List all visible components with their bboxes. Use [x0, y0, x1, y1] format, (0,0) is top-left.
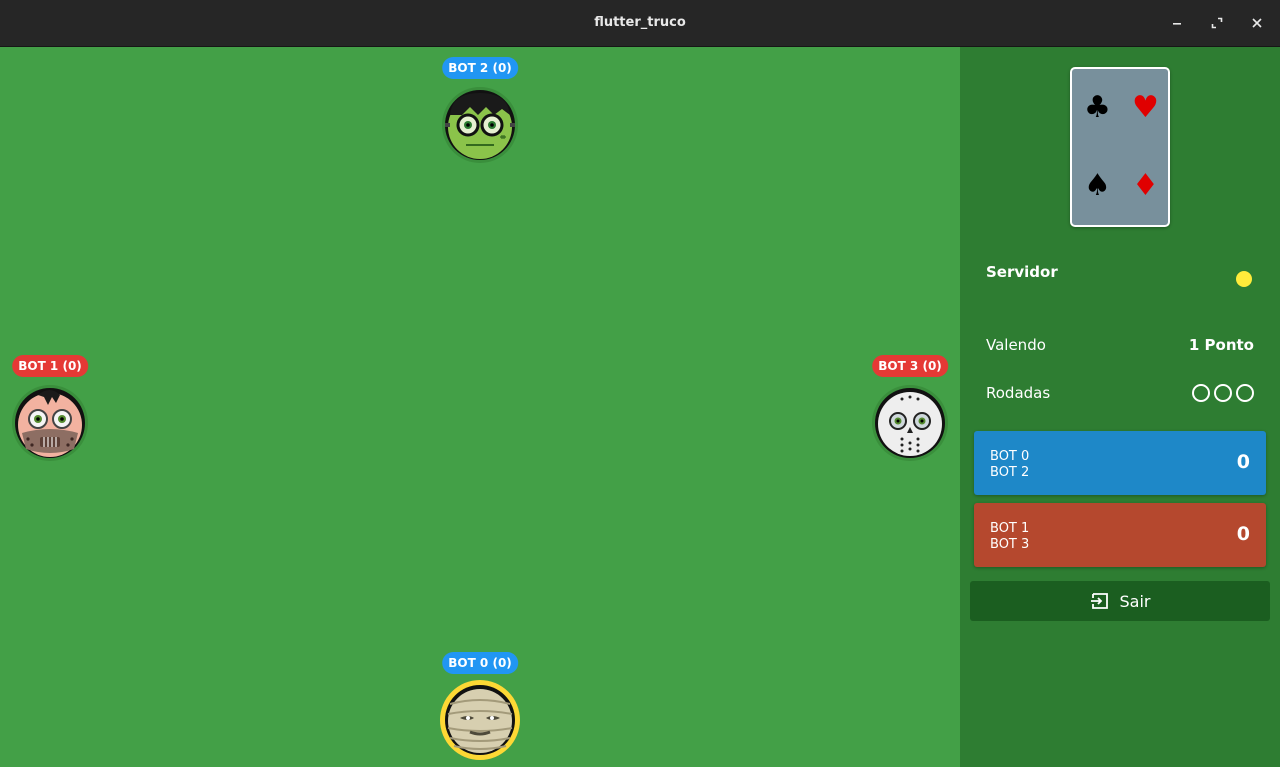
team-member: BOT 1 — [990, 521, 1030, 536]
player-bot-0: BOT 0 (0) — [425, 652, 535, 762]
team-member: BOT 2 — [990, 465, 1030, 480]
team-member: BOT 0 — [990, 449, 1030, 464]
rounds-indicators — [1192, 384, 1254, 402]
jason-avatar — [872, 385, 948, 461]
player-bot-3: BOT 3 (0) — [855, 355, 965, 465]
team-blue-card: BOT 0 BOT 2 0 — [974, 431, 1266, 495]
mummy-avatar — [440, 680, 520, 760]
team-score: 0 — [1236, 451, 1250, 473]
value-row: Valendo 1 Ponto — [986, 336, 1254, 360]
player-badge: BOT 0 (0) — [442, 652, 518, 674]
player-badge: BOT 3 (0) — [872, 355, 948, 377]
minimize-button[interactable] — [1165, 11, 1189, 35]
minimize-icon — [1173, 23, 1181, 25]
game-table: BOT 2 (0) BOT 1 (0) BOT 3 (0) BOT 0 (0) — [0, 47, 960, 767]
exit-button[interactable]: Sair — [970, 581, 1270, 621]
player-bot-2: BOT 2 (0) — [425, 57, 535, 167]
team-members: BOT 1 BOT 3 — [990, 521, 1029, 553]
maximize-icon — [1211, 17, 1223, 29]
rounds-label: Rodadas — [986, 384, 1051, 402]
diamond-icon: ♦ — [1132, 168, 1159, 203]
window-title: flutter_truco — [594, 15, 686, 30]
close-icon — [1252, 18, 1262, 28]
hannibal-avatar — [12, 385, 88, 461]
player-badge: BOT 2 (0) — [442, 57, 518, 79]
player-bot-1: BOT 1 (0) — [0, 355, 105, 465]
server-label: Servidor — [986, 263, 1058, 281]
club-icon: ♣ — [1084, 90, 1111, 125]
server-indicator-icon — [1236, 271, 1252, 287]
spade-icon: ♠ — [1084, 168, 1111, 203]
player-badge: BOT 1 (0) — [12, 355, 88, 377]
exit-label: Sair — [1119, 591, 1151, 611]
window-titlebar: flutter_truco — [0, 0, 1280, 47]
frankenstein-avatar — [442, 87, 518, 163]
round-indicator-icon — [1214, 384, 1232, 402]
deck-card: ♣ ♥ ♠ ♦ — [1070, 67, 1170, 227]
value-amount: 1 Ponto — [1188, 336, 1254, 354]
value-label: Valendo — [986, 336, 1046, 354]
team-member: BOT 3 — [990, 537, 1030, 552]
team-red-card: BOT 1 BOT 3 0 — [974, 503, 1266, 567]
round-indicator-icon — [1192, 384, 1210, 402]
team-members: BOT 0 BOT 2 — [990, 449, 1029, 481]
maximize-button[interactable] — [1205, 11, 1229, 35]
round-indicator-icon — [1236, 384, 1254, 402]
close-button[interactable] — [1245, 11, 1269, 35]
server-row: Servidor — [986, 263, 1254, 291]
exit-to-app-icon — [1090, 593, 1108, 609]
heart-icon: ♥ — [1132, 90, 1159, 125]
rounds-row: Rodadas — [986, 384, 1254, 408]
team-score: 0 — [1236, 523, 1250, 545]
side-panel: ♣ ♥ ♠ ♦ Servidor Valendo 1 Ponto Rodadas… — [960, 47, 1280, 767]
